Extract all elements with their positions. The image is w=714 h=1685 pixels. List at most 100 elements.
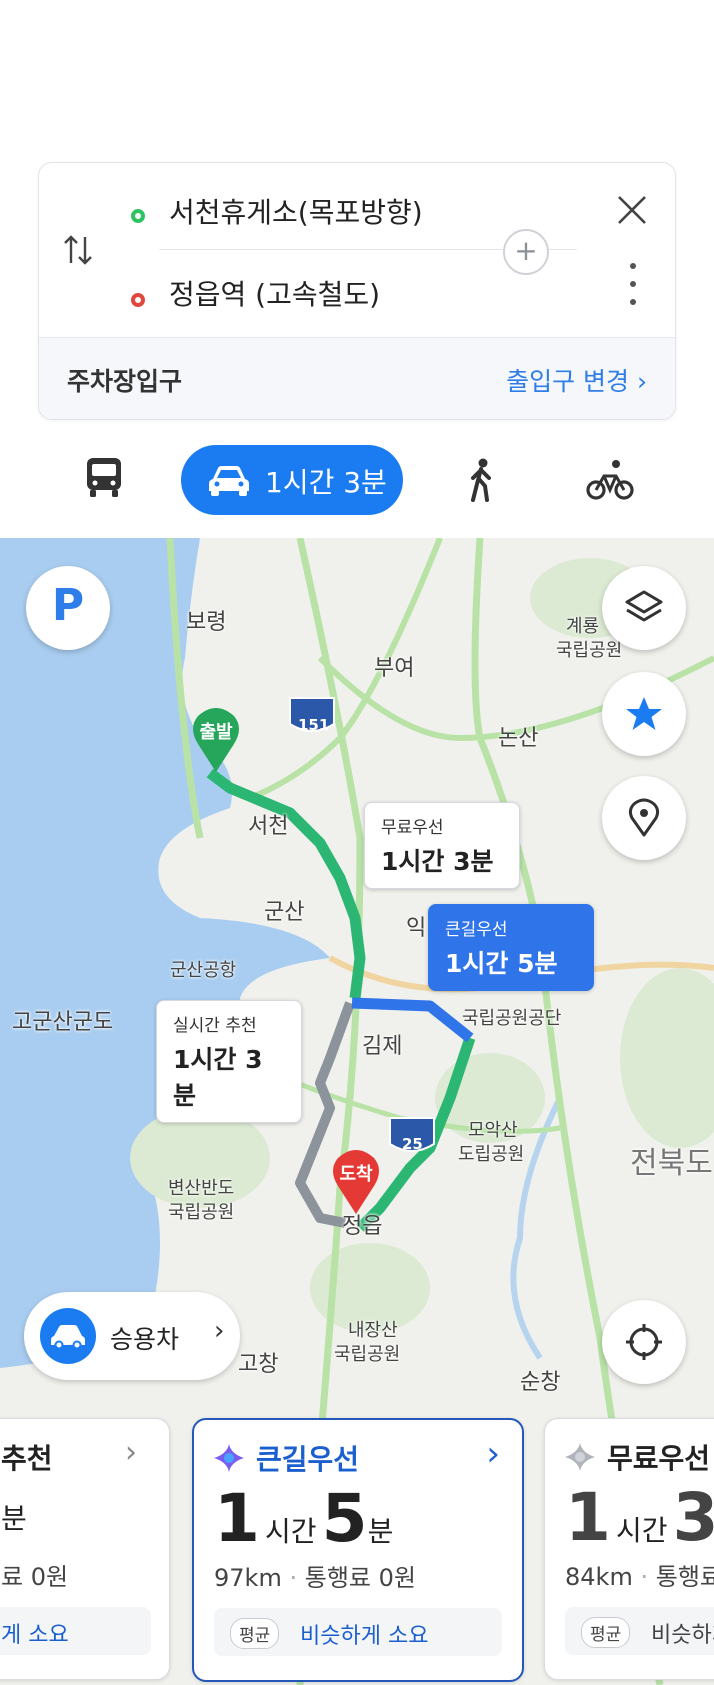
layers-button[interactable] xyxy=(602,566,686,650)
route-card-time-unit: 분 xyxy=(1,1502,27,1535)
map-label-boryeong: 보령 xyxy=(186,610,227,635)
route-bubble-big[interactable]: 큰길우선 1시간 5분 xyxy=(428,904,594,991)
route-inputs: 서천휴게소(목포방향) + 정읍역 (고속철도) xyxy=(39,163,675,337)
route-card-distance: 84km xyxy=(565,1563,633,1591)
route-card-free[interactable]: 무료우선 1 시간 3 84km · 통행료 평균 비슷하게 xyxy=(544,1418,714,1680)
map-label-naejang-park: 국립공원 xyxy=(334,1344,401,1365)
car-icon xyxy=(51,1325,85,1350)
crosshair-icon xyxy=(626,1324,662,1360)
map-label-byeonsan-park: 국립공원 xyxy=(168,1202,235,1223)
route-card-badge: 평균 xyxy=(581,1617,631,1648)
route-bubble-big-title: 큰길우선 xyxy=(445,920,508,940)
start-pin[interactable]: 출발 xyxy=(186,704,246,774)
origin-field[interactable]: 서천휴게소(목포방향) xyxy=(169,191,423,231)
map-label-park-agency: 국립공원공단 xyxy=(462,1008,562,1029)
car-travel-time: 1시간 3분 xyxy=(265,466,387,499)
route-card-recommended[interactable]: 추천 › 분 료 0원 게 소요 xyxy=(0,1418,170,1680)
chevron-right-icon: › xyxy=(214,1316,225,1346)
vehicle-type-label: 승용차 xyxy=(110,1325,180,1354)
map-label-ik: 익 xyxy=(406,916,427,941)
close-icon[interactable] xyxy=(615,193,649,227)
change-entrance-link[interactable]: 출입구 변경 › xyxy=(506,362,647,398)
route-card-minutes: 5 xyxy=(321,1480,368,1557)
route-card-hour-unit: 시간 xyxy=(265,1515,317,1548)
sparkle-icon xyxy=(565,1443,595,1471)
route-bubble-big-time: 1시간 5분 xyxy=(445,949,558,978)
route-bubble-free-title: 무료우선 xyxy=(381,818,444,838)
end-pin-label: 도착 xyxy=(339,1164,373,1185)
map-label-jeonbuk: 전북도 xyxy=(630,1146,713,1181)
bus-icon[interactable] xyxy=(84,456,124,500)
start-pin-label: 출발 xyxy=(199,722,233,743)
route-bubble-free-time: 1시간 3분 xyxy=(381,847,494,876)
map-label-gunsan: 군산 xyxy=(264,900,305,925)
waypoint-pin-button[interactable] xyxy=(602,776,686,860)
route-card-footer-text: 비슷하게 소요 xyxy=(300,1624,429,1649)
destination-dot-icon xyxy=(131,293,145,307)
route-card-toll: 료 0원 xyxy=(1,1563,69,1591)
route-card-distance: 97km xyxy=(214,1564,282,1592)
end-pin[interactable]: 도착 xyxy=(326,1146,386,1216)
map-label-buyeo: 부여 xyxy=(374,656,415,681)
route-card-name: 추천 xyxy=(1,1442,53,1475)
vehicle-type-button[interactable]: 승용차 › xyxy=(24,1292,240,1380)
map-label-gochang: 고창 xyxy=(238,1352,279,1377)
star-icon xyxy=(626,697,662,730)
route-card-minute-unit: 분 xyxy=(367,1515,394,1548)
tab-car[interactable]: 1시간 3분 xyxy=(181,445,403,515)
bicycle-icon[interactable] xyxy=(586,458,634,502)
parking-row: 주차장입구 출입구 변경 › xyxy=(39,337,675,419)
route-bubble-realtime[interactable]: 실시간 추천 1시간 3분 xyxy=(156,1000,302,1123)
current-location-button[interactable] xyxy=(602,1300,686,1384)
map-label-seocheon: 서천 xyxy=(248,814,289,839)
swap-icon[interactable] xyxy=(63,233,93,267)
location-pin-icon xyxy=(628,798,660,837)
layers-icon xyxy=(625,590,663,622)
route-bubble-free[interactable]: 무료우선 1시간 3분 xyxy=(364,802,520,889)
walk-icon[interactable] xyxy=(466,458,496,502)
route-search-card: 서천휴게소(목포방향) + 정읍역 (고속철도) 주차장입구 출입구 변경 › xyxy=(38,162,676,420)
map-label-gyeryong: 계룡 xyxy=(566,616,600,637)
route-card-name: 무료우선 xyxy=(607,1442,711,1475)
route-card-footer: 평균 비슷하게 xyxy=(565,1607,714,1655)
car-badge xyxy=(40,1308,96,1364)
parking-icon: P xyxy=(51,580,85,631)
destination-field[interactable]: 정읍역 (고속철도) xyxy=(169,273,380,313)
parking-button[interactable]: P xyxy=(26,566,110,650)
origin-dot-icon xyxy=(131,209,145,223)
parking-entrance-label: 주차장입구 xyxy=(67,367,183,396)
map-label-gyeryong-park: 국립공원 xyxy=(556,640,623,661)
route-card-toll: 통행료 xyxy=(655,1563,714,1591)
sparkle-icon xyxy=(214,1444,244,1472)
route-card-hour-unit: 시간 xyxy=(616,1514,668,1547)
chevron-right-icon: › xyxy=(486,1434,500,1474)
route-bubble-realtime-time: 1시간 3분 xyxy=(173,1045,263,1110)
map-label-gogunsan: 고군산군도 xyxy=(12,1010,114,1035)
highway-shield-25: 25 xyxy=(402,1135,423,1153)
route-card-minutes: 3 xyxy=(672,1479,714,1556)
map-label-naejang: 내장산 xyxy=(348,1320,398,1341)
route-card-footer-text: 게 소요 xyxy=(1,1623,69,1648)
route-card-badge: 평균 xyxy=(230,1618,280,1649)
route-card-hours: 1 xyxy=(214,1480,260,1557)
more-options-icon[interactable] xyxy=(629,261,637,307)
route-card-footer-text: 비슷하게 xyxy=(651,1623,714,1648)
add-waypoint-button[interactable]: + xyxy=(503,229,549,275)
map-label-gunsan-airport: 군산공항 xyxy=(170,960,237,981)
favorites-button[interactable] xyxy=(602,672,686,756)
map-label-sunchang: 순창 xyxy=(520,1370,561,1395)
map-label-nonsan: 논산 xyxy=(498,726,539,751)
route-card-name: 큰길우선 xyxy=(256,1443,360,1476)
route-card-hours: 1 xyxy=(565,1479,611,1556)
map-label-moak: 모악산 xyxy=(468,1120,518,1141)
route-card-footer: 게 소요 xyxy=(0,1607,151,1655)
map-label-moak-park: 도립공원 xyxy=(458,1144,525,1165)
car-icon xyxy=(209,466,249,496)
map-label-byeonsan: 변산반도 xyxy=(168,1178,235,1199)
chevron-right-icon: › xyxy=(125,1435,137,1470)
highway-shield-151: 151 xyxy=(298,716,330,734)
route-card-toll: 통행료 0원 xyxy=(304,1564,416,1592)
map-label-gimje: 김제 xyxy=(362,1034,403,1059)
route-card-big-road[interactable]: 큰길우선 › 1 시간 5분 97km · 통행료 0원 평균 비슷하게 소요 xyxy=(192,1418,524,1682)
route-card-footer: 평균 비슷하게 소요 xyxy=(214,1608,502,1656)
